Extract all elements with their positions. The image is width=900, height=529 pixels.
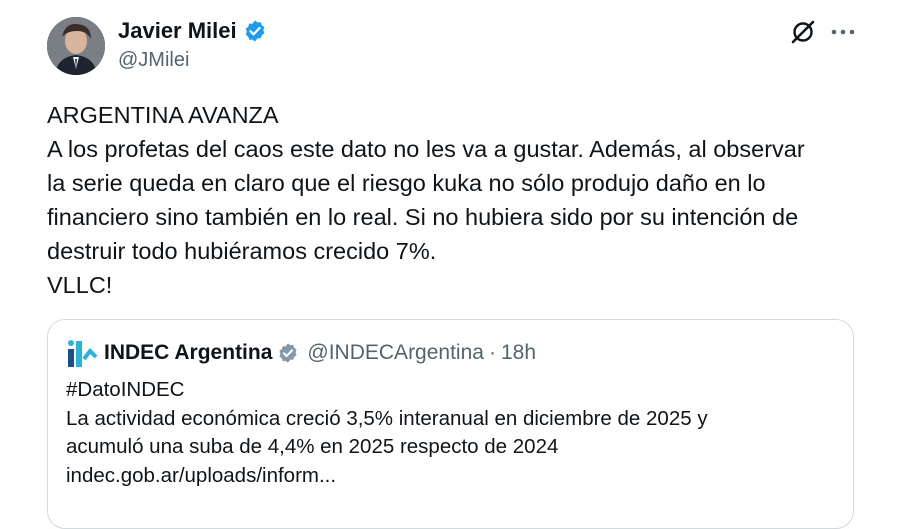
dot-separator: · (488, 341, 496, 364)
quoted-line[interactable]: #DatoINDEC (66, 376, 846, 405)
avatar-image (47, 17, 105, 75)
verified-badge-icon (243, 19, 267, 43)
quoted-tweet-card[interactable]: INDEC Argentina @INDECArgentina · 18h #D… (47, 319, 854, 529)
quoted-timestamp[interactable]: 18h (501, 341, 536, 365)
tweet-line: A los profetas del caos este dato no les… (47, 136, 805, 162)
verified-badge-icon (277, 342, 299, 364)
quoted-author-name[interactable]: INDEC Argentina (104, 341, 272, 365)
author-avatar[interactable] (47, 17, 105, 75)
more-icon[interactable] (830, 21, 856, 43)
quoted-tweet-header: INDEC Argentina @INDECArgentina · 18h (66, 337, 536, 369)
quoted-line: La actividad económica creció 3,5% inter… (66, 406, 708, 430)
author-name-row: Javier Milei (118, 18, 267, 44)
tweet-line: ARGENTINA AVANZA (47, 102, 279, 128)
quoted-line: acumuló una suba de 4,4% en 2025 respect… (66, 435, 559, 458)
tweet-text: ARGENTINA AVANZA A los profetas del caos… (47, 98, 867, 302)
indec-logo-icon (66, 337, 98, 369)
author-handle[interactable]: @JMilei (118, 49, 189, 72)
grok-icon[interactable] (790, 19, 816, 45)
tweet-line: VLLC! (47, 272, 113, 298)
tweet-line: financiero sino también en lo real. Si n… (47, 204, 799, 230)
quoted-tweet-text: #DatoINDEC La actividad económica creció… (66, 376, 846, 490)
tweet-line: destruir todo hubiéramos crecido 7%. (47, 238, 437, 264)
quoted-link[interactable]: indec.gob.ar/uploads/inform... (66, 462, 846, 491)
tweet-line: la serie queda en claro que el riesgo ku… (47, 170, 766, 196)
quoted-author-handle[interactable]: @INDECArgentina (307, 341, 484, 365)
author-name[interactable]: Javier Milei (118, 18, 237, 44)
